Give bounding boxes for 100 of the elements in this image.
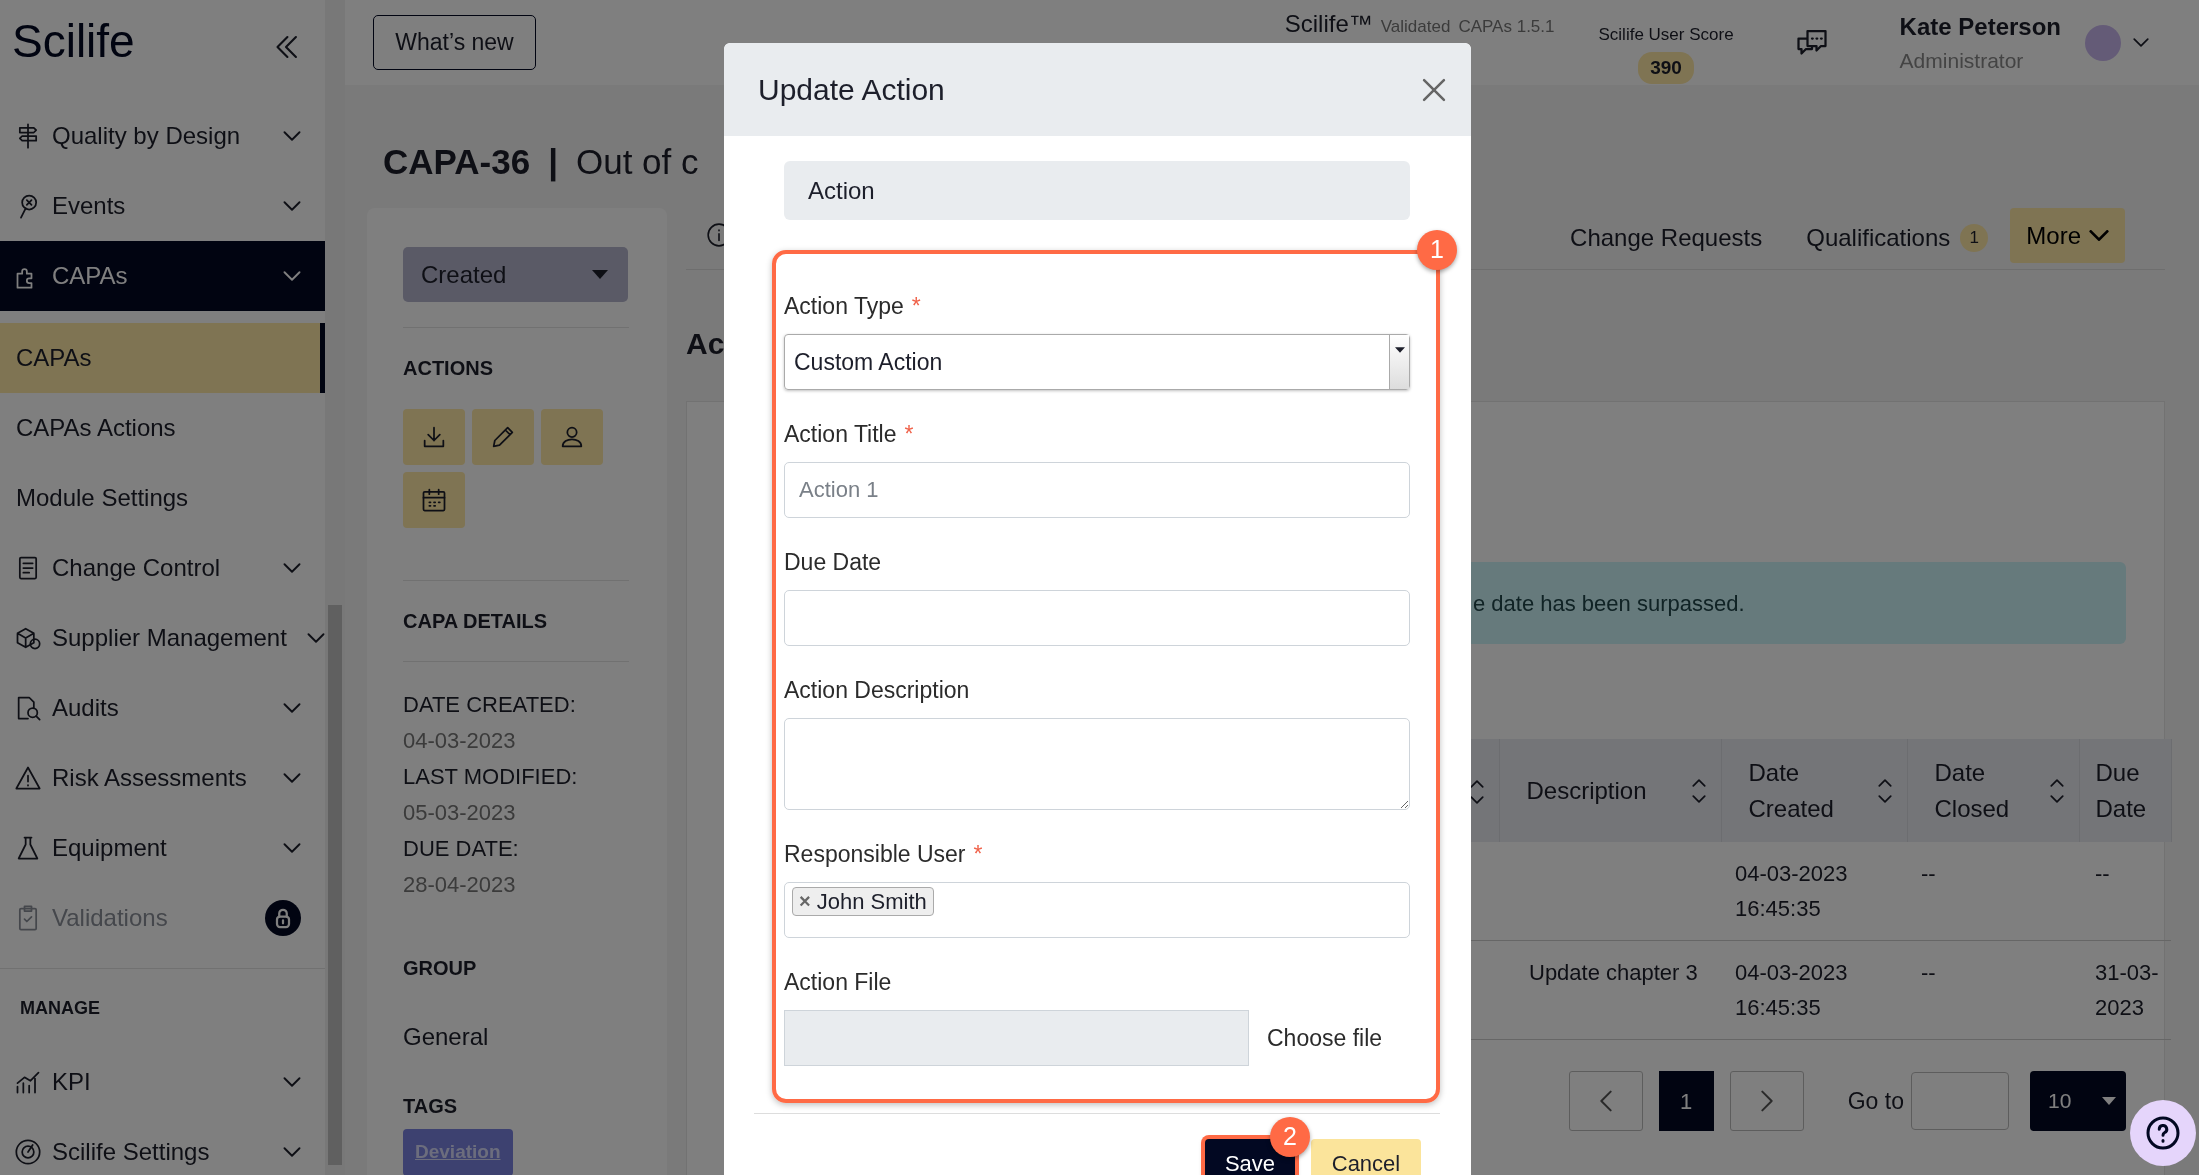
score-badge: 390 xyxy=(1638,51,1694,84)
select-field[interactable]: Custom Action xyxy=(784,334,1410,390)
sidebar-item[interactable]: Risk Assessments xyxy=(0,743,325,813)
user-role: Administrator xyxy=(1899,47,2025,74)
status-dropdown[interactable]: Created xyxy=(403,247,628,302)
chevron-down-icon xyxy=(283,773,301,783)
sort-icon[interactable] xyxy=(1469,780,1484,805)
detail-value: 04-03-2023 xyxy=(403,727,517,755)
table-cell: Update chapter 3 xyxy=(1529,960,1698,985)
user-chip[interactable]: × John Smith xyxy=(792,887,934,916)
scrollbar-thumb[interactable] xyxy=(328,605,342,1165)
sidebar-item[interactable]: KPI xyxy=(0,1047,325,1117)
tab[interactable]: Qualifications 1 xyxy=(1784,208,2011,270)
required-mark: * xyxy=(911,293,921,319)
goto-page-field[interactable] xyxy=(1911,1072,2009,1130)
detail-label: DATE CREATED: xyxy=(403,691,577,719)
section-title: CAPA DETAILS xyxy=(403,609,549,634)
lock-icon xyxy=(265,900,301,936)
date-field[interactable] xyxy=(784,590,1410,646)
sidebar-subitem[interactable]: Module Settings xyxy=(0,463,325,533)
cancel-button[interactable]: Cancel xyxy=(1311,1139,1421,1175)
table-cell: -- xyxy=(1921,861,1936,886)
tag-input-field[interactable]: × John Smith xyxy=(784,882,1410,938)
sidebar-item[interactable]: Quality by Design xyxy=(0,101,325,171)
product-name: Scilife™ xyxy=(1284,12,1373,36)
caret-down-icon xyxy=(1394,347,1405,353)
sidebar-subitem[interactable]: CAPAs xyxy=(0,323,325,393)
goto-label: Go to xyxy=(1847,1086,1904,1116)
detail-value: 28-04-2023 xyxy=(403,871,517,899)
record-title: Out of c xyxy=(575,141,699,183)
detail-label: LAST MODIFIED: xyxy=(403,763,579,791)
field-label: Action File xyxy=(784,969,892,995)
score-label: Scilife User Score xyxy=(1598,24,1734,46)
modal-title: Update Action xyxy=(758,72,945,108)
tab[interactable]: Change Requests xyxy=(1548,208,1785,270)
caret-down-icon xyxy=(2102,1097,2116,1105)
table-cell: -- xyxy=(2095,861,2110,886)
detail-value: 05-03-2023 xyxy=(403,799,517,827)
gauge-icon xyxy=(14,1138,42,1166)
sidebar-item[interactable]: Equipment xyxy=(0,813,325,883)
input-field[interactable]: Action 1 xyxy=(784,462,1410,518)
chevron-down-icon xyxy=(283,201,301,211)
validated-label: Validated xyxy=(1380,18,1451,35)
sidebar-subitem[interactable]: CAPAs Actions xyxy=(0,393,325,463)
file-name-field[interactable] xyxy=(784,1010,1249,1066)
chevron-down-icon xyxy=(283,271,301,281)
sidebar-item[interactable]: Scilife Settings xyxy=(0,1117,325,1175)
page-size-select[interactable]: 10 xyxy=(2030,1071,2126,1131)
section-heading: Ac xyxy=(686,326,725,362)
sidebar-item[interactable]: Audits xyxy=(0,673,325,743)
choose-file-button[interactable]: Choose file xyxy=(1267,1020,1383,1056)
field-label: Responsible User xyxy=(784,841,966,867)
chevron-down-icon xyxy=(283,1077,301,1087)
required-mark: * xyxy=(904,421,914,447)
user-name: Kate Peterson xyxy=(1899,11,2061,42)
warning-icon xyxy=(14,764,42,792)
chevron-down-icon xyxy=(283,563,301,573)
assign-button[interactable] xyxy=(541,409,603,465)
chevron-down-icon[interactable] xyxy=(2133,38,2149,47)
step-marker: 1 xyxy=(1417,230,1457,270)
section-title: GROUP xyxy=(403,956,478,981)
download-button[interactable] xyxy=(403,409,465,465)
table-cell: 04-03-2023 16:45:35 xyxy=(1735,960,1848,1020)
table-cell: -- xyxy=(1921,960,1936,985)
sidebar-item[interactable]: Events xyxy=(0,171,325,241)
version-label: CAPAs 1.5.1 xyxy=(1458,18,1555,35)
chevron-down-icon xyxy=(306,633,325,643)
chevron-down-icon xyxy=(283,131,301,141)
section-header: Action xyxy=(784,161,1410,220)
section-title: MANAGE xyxy=(20,996,100,1020)
required-mark: * xyxy=(973,841,983,867)
field-label: Action Type xyxy=(784,293,904,319)
field-label: Action Title xyxy=(784,421,897,447)
textarea-field[interactable] xyxy=(784,718,1410,810)
sidebar-item[interactable]: Change Control xyxy=(0,533,325,603)
table-cell: 04-03-2023 16:45:35 xyxy=(1735,861,1848,921)
sidebar-item[interactable]: CAPAs xyxy=(0,241,325,311)
calendar-button[interactable] xyxy=(403,472,465,528)
edit-button[interactable] xyxy=(472,409,534,465)
page-button[interactable]: 1 xyxy=(1658,1071,1714,1131)
sidebar-item[interactable]: Supplier Management xyxy=(0,603,325,673)
section-title: ACTIONS xyxy=(403,356,494,381)
chevron-down-icon xyxy=(283,843,301,853)
record-id: CAPA-36 xyxy=(383,141,531,183)
chevron-down-icon xyxy=(283,703,301,713)
detail-label: DUE DATE: xyxy=(403,835,520,863)
chevron-left-icon xyxy=(1599,1090,1612,1112)
table-cell: 31-03-2023 xyxy=(2095,960,2159,1020)
column-header[interactable]: Description xyxy=(1526,772,1647,809)
logo: Scilife xyxy=(12,14,135,69)
group-value: General xyxy=(403,1022,490,1052)
title-separator: | xyxy=(548,141,558,184)
field-label: Action Description xyxy=(784,677,970,703)
section-title: TAGS xyxy=(403,1094,459,1119)
chevron-right-icon xyxy=(1760,1090,1773,1112)
help-icon xyxy=(2145,1115,2181,1151)
whats-new-button[interactable]: What’s new xyxy=(373,15,536,70)
caret-down-icon xyxy=(592,270,608,279)
more-button[interactable]: More xyxy=(2010,208,2125,263)
chevron-down-icon xyxy=(283,1147,301,1157)
